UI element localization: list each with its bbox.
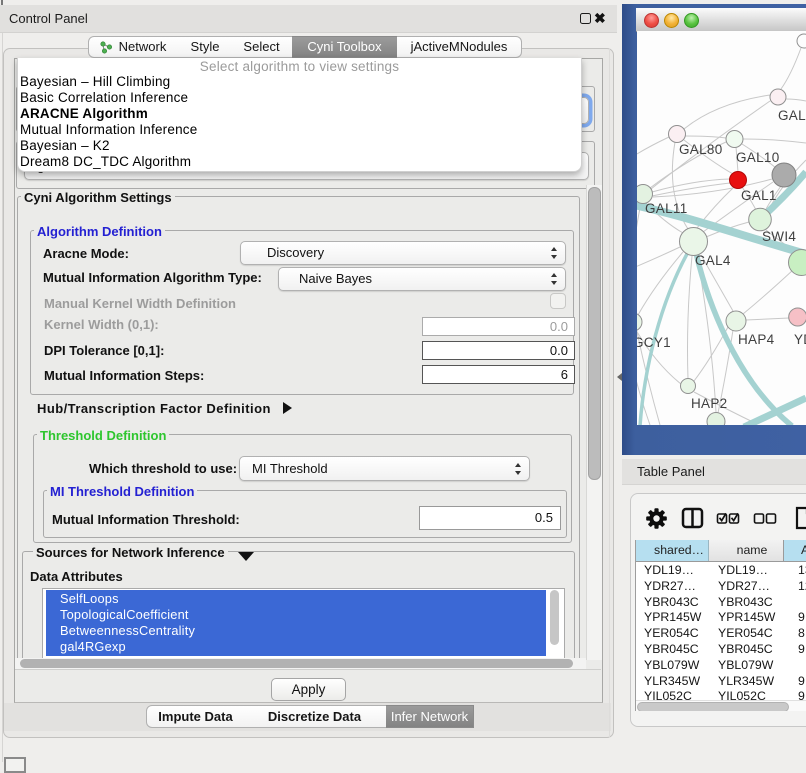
svg-text:GAL1: GAL1 bbox=[741, 188, 777, 203]
svg-text:GCY1: GCY1 bbox=[637, 335, 671, 350]
svg-text:SWI4: SWI4 bbox=[762, 229, 796, 244]
svg-text:HAP4: HAP4 bbox=[738, 332, 775, 347]
svg-text:GAL7: GAL7 bbox=[778, 108, 806, 123]
svg-text:HAP2: HAP2 bbox=[691, 396, 727, 411]
svg-text:GAL10: GAL10 bbox=[736, 150, 780, 165]
svg-text:GAL4: GAL4 bbox=[695, 253, 731, 268]
svg-text:GAL80: GAL80 bbox=[679, 142, 723, 157]
svg-text:GAL11: GAL11 bbox=[645, 201, 688, 216]
svg-text:YD: YD bbox=[794, 332, 806, 347]
